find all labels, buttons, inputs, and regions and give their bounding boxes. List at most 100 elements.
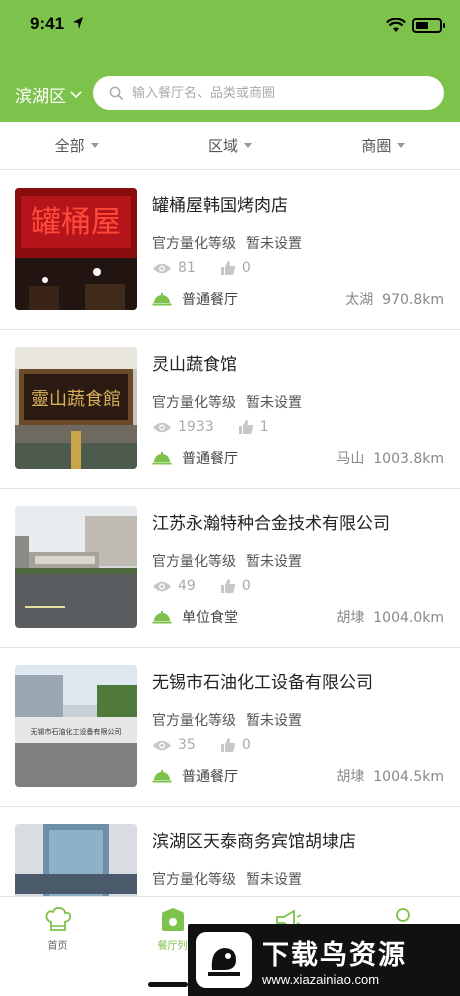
restaurant-type: 普通餐厅 (152, 766, 238, 786)
restaurant-list-item[interactable]: 罐桶屋 罐桶屋韩国烤肉店 官方量化等级 暂未设置 81 0 普通餐厅 太湖 970… (0, 171, 460, 330)
wifi-icon (386, 18, 406, 32)
level-label: 官方量化等级 (152, 713, 236, 729)
restaurant-name: 罐桶屋韩国烤肉店 (152, 196, 288, 216)
level-value: 暂未设置 (246, 554, 302, 570)
restaurant-type-label: 普通餐厅 (182, 769, 238, 785)
level-row: 官方量化等级 暂未设置 (152, 869, 302, 889)
level-row: 官方量化等级 暂未设置 (152, 233, 302, 253)
restaurant-list-item[interactable]: 滨湖区天泰商务宾馆胡埭店 官方量化等级 暂未设置 (0, 807, 460, 896)
filter-label: 全部 (54, 137, 85, 155)
dropdown-triangle-icon (244, 143, 252, 148)
chef-hat-icon (45, 907, 71, 931)
area-label: 胡埭 (336, 610, 365, 626)
status-time: 9:41 (30, 14, 65, 33)
dish-cloche-icon (152, 611, 172, 624)
restaurant-icon (160, 908, 185, 931)
view-count: 81 (178, 260, 196, 276)
search-bar[interactable] (93, 76, 444, 110)
restaurant-photo (15, 506, 137, 628)
level-label: 官方量化等级 (152, 554, 236, 570)
area-distance: 胡埭 1004.5km (336, 766, 444, 786)
stats-row: 1933 1 (152, 419, 269, 435)
restaurant-list-item[interactable]: 无锡市石油化工设备有限公司 无锡市石油化工设备有限公司 官方量化等级 暂未设置 3… (0, 648, 460, 807)
restaurant-type-label: 普通餐厅 (182, 451, 238, 467)
restaurant-photo: 无锡市石油化工设备有限公司 (15, 665, 137, 787)
thumbs-up-icon[interactable] (220, 578, 236, 594)
distance-label: 1004.0km (373, 610, 444, 626)
area-label: 胡埭 (336, 769, 365, 785)
distance-label: 1003.8km (373, 451, 444, 467)
sign-text: 靈山蔬食館 (31, 389, 121, 410)
distance-label: 1004.5km (373, 769, 444, 785)
location-arrow-icon (73, 17, 83, 29)
dropdown-triangle-icon (90, 143, 99, 148)
thumbs-up-icon[interactable] (238, 419, 254, 435)
district-selector[interactable]: 滨湖区 (15, 82, 82, 107)
dish-cloche-icon (152, 293, 172, 306)
restaurant-list-item[interactable]: 靈山蔬食館 灵山蔬食馆 官方量化等级 暂未设置 1933 1 普通餐厅 马山 10… (0, 330, 460, 489)
stats-row: 35 0 (152, 737, 251, 753)
level-row: 官方量化等级 暂未设置 (152, 551, 302, 571)
watermark-title: 下载鸟资源 (262, 940, 407, 971)
app-header: 9:41 滨湖区 (0, 0, 460, 122)
search-icon (109, 86, 124, 100)
tab-label: 餐厅列 (157, 941, 188, 952)
eye-icon (153, 581, 171, 591)
tab-home[interactable]: 首页 (0, 897, 115, 996)
view-count: 1933 (178, 419, 214, 435)
eye-icon (153, 263, 171, 273)
level-value: 暂未设置 (246, 395, 302, 411)
level-value: 暂未设置 (246, 713, 302, 729)
like-count: 0 (241, 578, 251, 594)
level-value: 暂未设置 (246, 236, 302, 252)
filter-business-district[interactable]: 商圈 (307, 122, 460, 169)
stats-row: 81 0 (152, 260, 251, 276)
like-count: 1 (259, 419, 269, 435)
level-row: 官方量化等级 暂未设置 (152, 710, 302, 730)
filter-label: 商圈 (361, 137, 392, 155)
home-indicator (148, 982, 188, 987)
level-value: 暂未设置 (246, 872, 302, 888)
view-count: 35 (178, 737, 196, 753)
restaurant-list-item[interactable]: 江苏永瀚特种合金技术有限公司 官方量化等级 暂未设置 49 0 单位食堂 胡埭 1… (0, 489, 460, 648)
search-input[interactable] (132, 85, 412, 101)
level-label: 官方量化等级 (152, 872, 236, 888)
view-count: 49 (178, 578, 196, 594)
distance-label: 970.8km (382, 292, 444, 308)
area-distance: 马山 1003.8km (336, 448, 444, 468)
restaurant-list: 罐桶屋 罐桶屋韩国烤肉店 官方量化等级 暂未设置 81 0 普通餐厅 太湖 970… (0, 171, 460, 896)
status-bar: 9:41 (0, 14, 460, 44)
sign-text: 罐桶屋 (31, 205, 121, 240)
level-label: 官方量化等级 (152, 395, 236, 411)
like-count: 0 (241, 737, 251, 753)
area-distance: 太湖 970.8km (345, 289, 444, 309)
restaurant-type-label: 普通餐厅 (182, 292, 238, 308)
restaurant-type: 普通餐厅 (152, 448, 238, 468)
filter-region[interactable]: 区域 (153, 122, 306, 169)
thumbs-up-icon[interactable] (220, 260, 236, 276)
restaurant-name: 无锡市石油化工设备有限公司 (152, 673, 373, 693)
watermark-banner: 下载鸟资源 www.xiazainiao.com (188, 924, 460, 996)
restaurant-name: 江苏永瀚特种合金技术有限公司 (152, 514, 390, 534)
dish-cloche-icon (152, 770, 172, 783)
stats-row: 49 0 (152, 578, 251, 594)
watermark-logo (196, 932, 252, 988)
restaurant-name: 灵山蔬食馆 (152, 355, 237, 375)
thumbs-up-icon[interactable] (220, 737, 236, 753)
chevron-down-icon (70, 90, 82, 98)
area-label: 马山 (336, 451, 365, 467)
area-label: 太湖 (345, 292, 374, 308)
restaurant-photo (15, 824, 137, 896)
restaurant-type: 普通餐厅 (152, 289, 238, 309)
eye-icon (153, 740, 171, 750)
level-label: 官方量化等级 (152, 236, 236, 252)
like-count: 0 (241, 260, 251, 276)
restaurant-name: 滨湖区天泰商务宾馆胡埭店 (152, 832, 356, 852)
tab-label: 首页 (47, 941, 68, 952)
restaurant-type-label: 单位食堂 (182, 610, 238, 626)
filter-all[interactable]: 全部 (0, 122, 153, 169)
dish-cloche-icon (152, 452, 172, 465)
eye-icon (153, 422, 171, 432)
dropdown-triangle-icon (397, 143, 406, 148)
district-label: 滨湖区 (15, 87, 66, 107)
